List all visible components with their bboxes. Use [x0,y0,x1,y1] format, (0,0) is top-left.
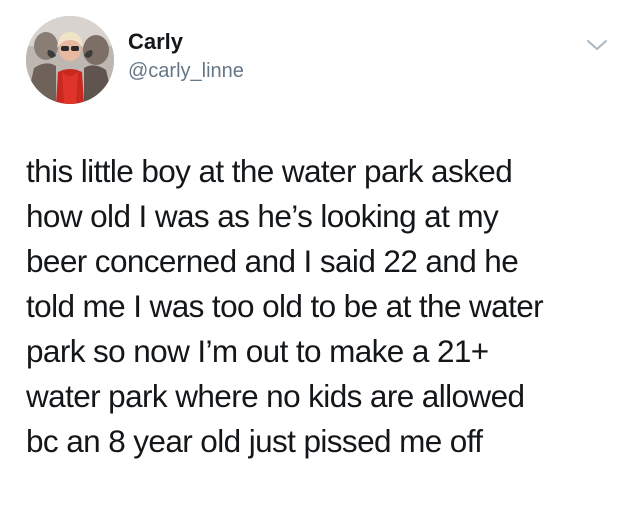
tweet-card: Carly @carly_linne this little boy at th… [0,0,630,525]
tweet-text-line: park so now I’m out to make a 21+ [26,333,489,369]
tweet-text-line: how old I was as he’s looking at my [26,198,499,234]
tweet-text: this little boy at the water park asked … [26,149,616,464]
profile-photo-icon [26,16,114,104]
tweet-text-line: this little boy at the water park asked [26,153,513,189]
tweet-menu-button[interactable] [586,38,608,52]
author-handle[interactable]: @carly_linne [128,58,244,84]
tweet-text-line: water park where no kids are allowed [26,378,525,414]
author-display-name[interactable]: Carly [128,28,244,56]
chevron-down-icon [587,40,607,50]
tweet-author: Carly @carly_linne [128,28,244,84]
avatar[interactable] [26,16,114,104]
tweet-text-line: beer concerned and I said 22 and he [26,243,519,279]
tweet-text-line: told me I was too old to be at the water [26,288,544,324]
tweet-text-line: bc an 8 year old just pissed me off [26,423,483,459]
